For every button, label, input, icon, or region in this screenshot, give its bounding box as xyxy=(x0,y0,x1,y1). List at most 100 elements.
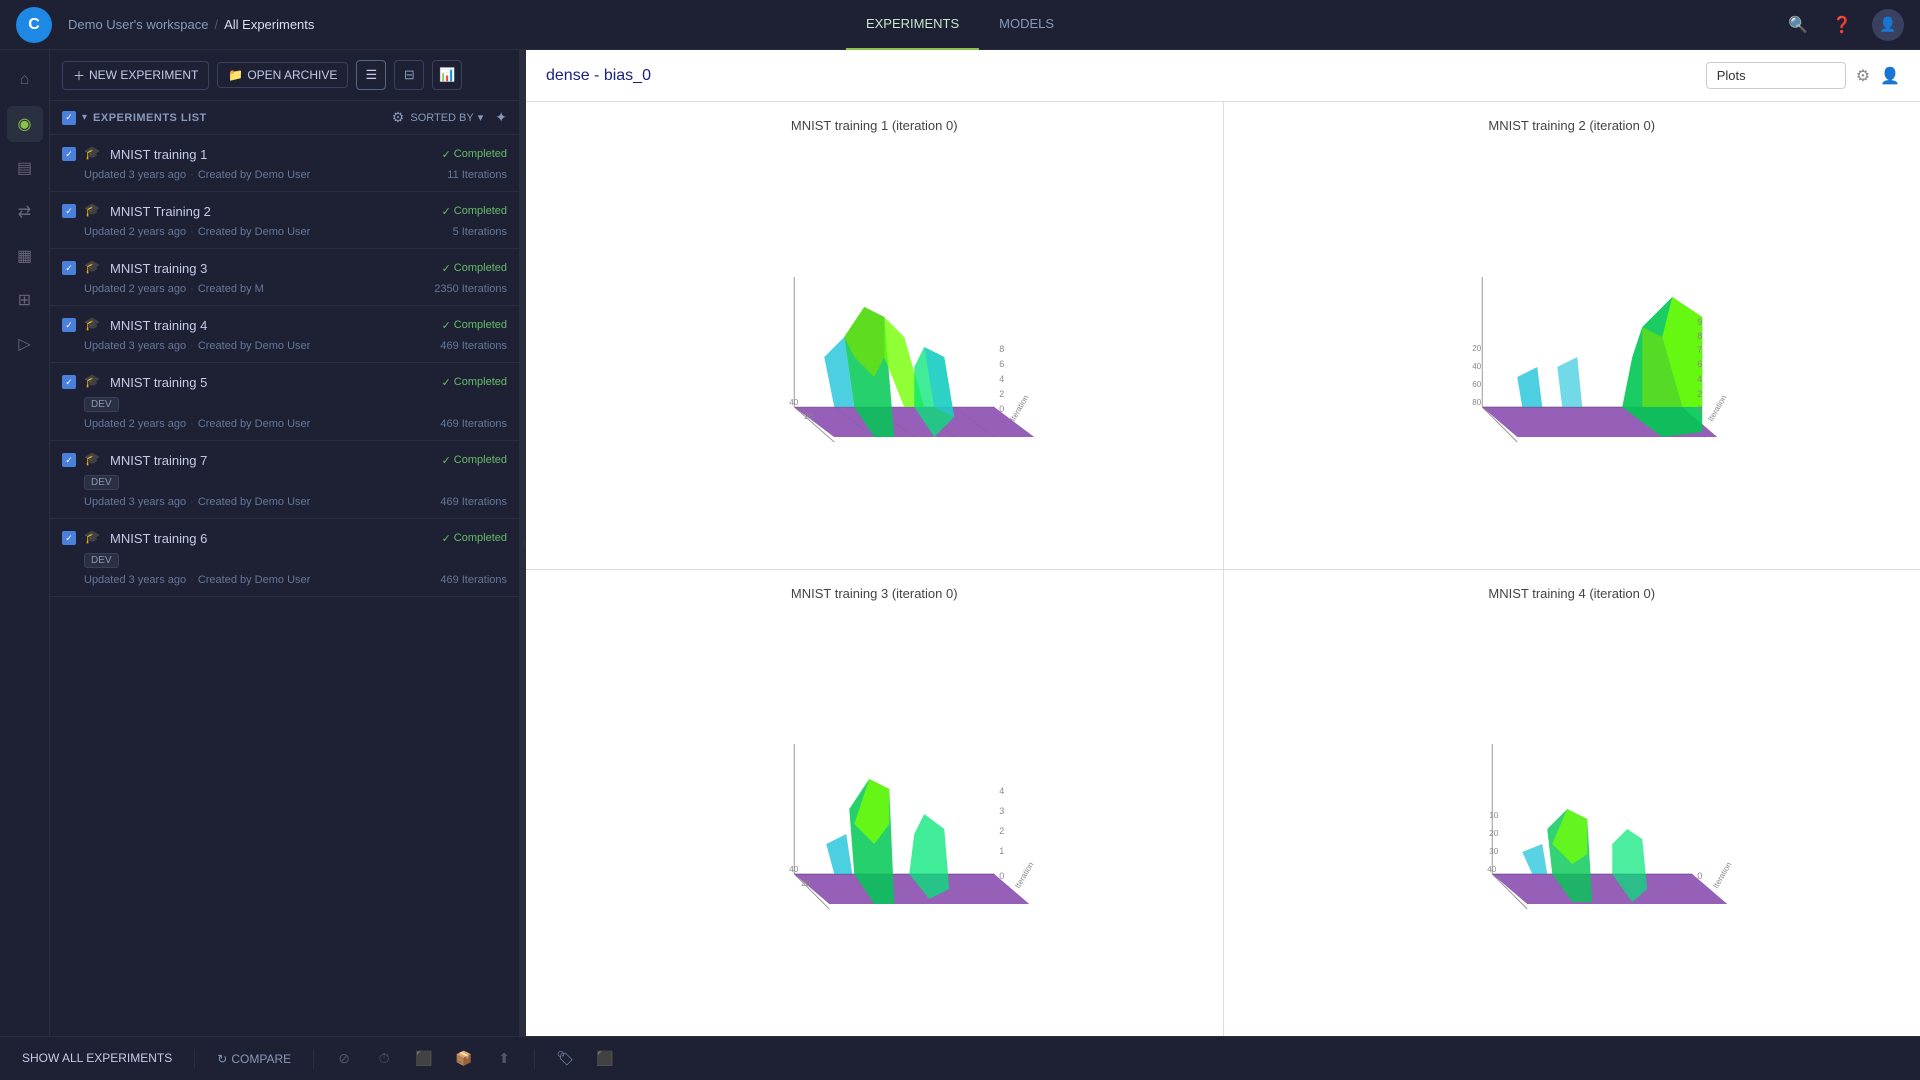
exp-checkbox-4[interactable]: ✓ xyxy=(62,318,76,332)
star-filter-icon[interactable]: ✦ xyxy=(495,109,507,126)
experiment-list-scroll[interactable]: ✓ 🎓 MNIST training 1 ✓Completed Updated … xyxy=(50,135,519,1036)
svg-text:20: 20 xyxy=(1472,344,1481,353)
bottom-separator-1 xyxy=(194,1049,195,1069)
experiment-item-5[interactable]: ✓ 🎓 MNIST training 5 ✓Completed DEV Upda… xyxy=(50,363,519,441)
filter-icon[interactable]: ⚙ xyxy=(392,109,405,126)
plots-grid: MNIST training 1 (iteration 0) xyxy=(526,102,1920,1036)
experiment-item-6[interactable]: ✓ 🎓 MNIST training 6 ✓Completed DEV Upda… xyxy=(50,519,519,597)
experiment-item-1[interactable]: ✓ 🎓 MNIST training 1 ✓Completed Updated … xyxy=(50,135,519,192)
exp-checkbox-3[interactable]: ✓ xyxy=(62,261,76,275)
experiment-item-3[interactable]: ✓ 🎓 MNIST training 3 ✓Completed Updated … xyxy=(50,249,519,306)
exp-created-3: Created by M xyxy=(198,283,264,295)
sidebar-icons: ⌂ ◉ ▤ ⇄ ▦ ⊞ ▷ xyxy=(0,50,50,1036)
exp-tag-dev-7: DEV xyxy=(84,475,119,490)
tag-icon[interactable]: 🏷 xyxy=(551,1045,579,1073)
sidebar-icon-pipelines[interactable]: ⇄ xyxy=(7,194,43,230)
experiment-item-4[interactable]: ✓ 🎓 MNIST training 4 ✓Completed Updated … xyxy=(50,306,519,363)
svg-text:8: 8 xyxy=(1697,331,1702,341)
upload-icon[interactable]: ⬆ xyxy=(490,1045,518,1073)
show-all-experiments-button[interactable]: SHOW ALL EXPERIMENTS xyxy=(16,1047,178,1071)
exp-type-icon-7: 🎓 xyxy=(84,451,102,469)
sorted-by-dropdown[interactable]: SORTED BY ▾ xyxy=(410,111,483,124)
stop-icon[interactable]: ⬛ xyxy=(410,1045,438,1073)
exp-checkbox-5[interactable]: ✓ xyxy=(62,375,76,389)
exp-meta-6b: Updated 3 years ago · Created by Demo Us… xyxy=(84,574,507,586)
help-icon[interactable]: ❓ xyxy=(1828,11,1856,39)
svg-text:20: 20 xyxy=(801,879,810,888)
exp-created-5: Created by Demo User xyxy=(198,418,311,430)
svg-text:2: 2 xyxy=(999,826,1004,836)
plots-title: dense - bias_0 xyxy=(546,67,651,85)
experiment-item-2[interactable]: ✓ 🎓 MNIST Training 2 ✓Completed Updated … xyxy=(50,192,519,249)
svg-text:8: 8 xyxy=(999,344,1004,354)
exp-checkbox-2[interactable]: ✓ xyxy=(62,204,76,218)
tab-experiments[interactable]: EXPERIMENTS xyxy=(846,0,979,50)
plots-dropdown[interactable]: Plots Scalars Debug Images Artifacts xyxy=(1706,62,1846,89)
card-view-button[interactable]: ⊟ xyxy=(394,60,424,90)
top-nav: C Demo User's workspace / All Experiment… xyxy=(0,0,1920,50)
experiment-item-7[interactable]: ✓ 🎓 MNIST training 7 ✓Completed DEV Upda… xyxy=(50,441,519,519)
svg-text:Iteration: Iteration xyxy=(1706,393,1728,423)
plot-cell-4: MNIST training 4 (iteration 0) xyxy=(1224,570,1920,1037)
exp-updated-7: Updated 3 years ago xyxy=(84,496,186,508)
export-icon[interactable]: ⬛ xyxy=(591,1045,619,1073)
expand-arrow[interactable]: ▾ xyxy=(82,112,87,123)
plus-icon: ＋ xyxy=(73,67,85,84)
exp-status-5: ✓Completed xyxy=(442,376,507,389)
sidebar-icon-home[interactable]: ⌂ xyxy=(7,62,43,98)
sidebar-icon-table[interactable]: ⊞ xyxy=(7,282,43,318)
sorted-by-label: SORTED BY xyxy=(410,112,473,124)
exp-iterations-4: 469 Iterations xyxy=(440,340,507,352)
plots-header: dense - bias_0 Plots Scalars Debug Image… xyxy=(526,50,1920,102)
exp-name-6: MNIST training 6 xyxy=(110,531,434,546)
exp-iterations-3: 2350 Iterations xyxy=(434,283,507,295)
list-view-button[interactable]: ☰ xyxy=(356,60,386,90)
search-icon[interactable]: 🔍 xyxy=(1784,11,1812,39)
exp-created-6: Created by Demo User xyxy=(198,574,311,586)
plot-title-3: MNIST training 3 (iteration 0) xyxy=(791,586,958,601)
plots-settings-icon[interactable]: ⚙ xyxy=(1856,66,1870,86)
svg-text:9: 9 xyxy=(1697,317,1702,327)
exp-meta-1: Updated 3 years ago · Created by Demo Us… xyxy=(84,169,507,181)
plot-cell-3: MNIST training 3 (iteration 0) 0 xyxy=(526,570,1223,1037)
select-all-checkbox[interactable]: ✓ xyxy=(62,111,76,125)
exp-created-4: Created by Demo User xyxy=(198,340,311,352)
history-icon[interactable]: ⏱ xyxy=(370,1045,398,1073)
archive-icon: 📁 xyxy=(228,68,243,82)
svg-text:40: 40 xyxy=(789,865,798,874)
compare-button[interactable]: ↻ COMPARE xyxy=(211,1048,297,1070)
sidebar-icon-experiments[interactable]: ◉ xyxy=(7,106,43,142)
exp-checkbox-1[interactable]: ✓ xyxy=(62,147,76,161)
exp-name-2: MNIST Training 2 xyxy=(110,204,434,219)
sidebar-icon-deploy[interactable]: ▷ xyxy=(7,326,43,362)
exp-iterations-1: 11 Iterations xyxy=(447,169,507,181)
sidebar-icon-dashboard[interactable]: ▦ xyxy=(7,238,43,274)
svg-text:Iteration: Iteration xyxy=(1013,861,1035,891)
sidebar-icon-layers[interactable]: ▤ xyxy=(7,150,43,186)
new-experiment-button[interactable]: ＋ NEW EXPERIMENT xyxy=(62,61,209,90)
tab-models[interactable]: MODELS xyxy=(979,0,1074,50)
exp-checkbox-7[interactable]: ✓ xyxy=(62,453,76,467)
exp-updated-1: Updated 3 years ago xyxy=(84,169,186,181)
exp-status-2: ✓Completed xyxy=(442,205,507,218)
experiments-toolbar: ＋ NEW EXPERIMENT 📁 OPEN ARCHIVE ☰ ⊟ 📊 xyxy=(50,50,519,101)
plots-user-icon[interactable]: 👤 xyxy=(1880,66,1900,86)
exp-name-1: MNIST training 1 xyxy=(110,147,434,162)
chart-view-button[interactable]: 📊 xyxy=(432,60,462,90)
workspace-link[interactable]: Demo User's workspace xyxy=(68,17,208,32)
exp-iterations-7: 469 Iterations xyxy=(440,496,507,508)
user-avatar[interactable]: 👤 xyxy=(1872,9,1904,41)
open-archive-button[interactable]: 📁 OPEN ARCHIVE xyxy=(217,62,348,88)
exp-updated-3: Updated 2 years ago xyxy=(84,283,186,295)
plots-toolbar-right: Plots Scalars Debug Images Artifacts ⚙ 👤 xyxy=(1706,62,1900,89)
svg-text:10: 10 xyxy=(1489,811,1498,820)
exp-meta-5: DEV xyxy=(84,397,507,412)
archive-icon[interactable]: 📦 xyxy=(450,1045,478,1073)
exp-meta-4: Updated 3 years ago · Created by Demo Us… xyxy=(84,340,507,352)
svg-text:0: 0 xyxy=(999,404,1004,414)
svg-text:2: 2 xyxy=(999,389,1004,399)
abort-icon[interactable]: ⊘ xyxy=(330,1045,358,1073)
exp-checkbox-6[interactable]: ✓ xyxy=(62,531,76,545)
plot-area-3: 0 1 2 3 4 40 20 Iteration xyxy=(542,609,1207,1021)
exp-meta-2: Updated 2 years ago · Created by Demo Us… xyxy=(84,226,507,238)
